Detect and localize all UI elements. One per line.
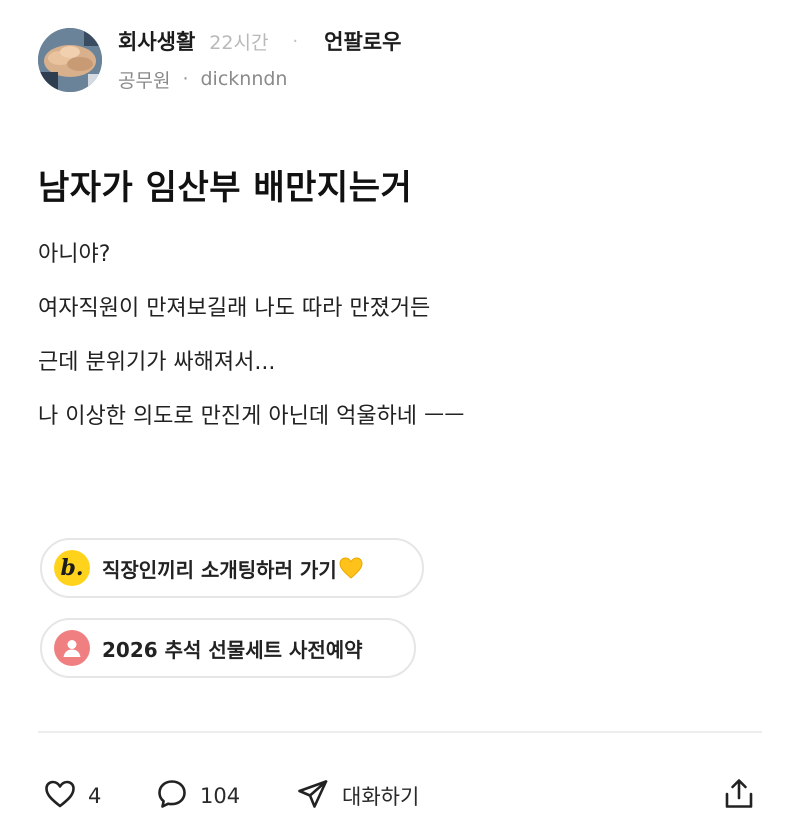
- post-body-line: 아니야?: [38, 242, 111, 267]
- community-name[interactable]: 회사생활: [118, 26, 195, 56]
- blind-b-icon: b.: [54, 550, 90, 586]
- post-time: 22시간: [209, 31, 269, 54]
- chip-label: 직장인끼리 소개팅하러 가기: [102, 557, 337, 582]
- chat-label: 대화하기: [342, 785, 420, 809]
- like-count: 4: [88, 784, 102, 808]
- person-icon: [54, 630, 90, 666]
- comment-button[interactable]: 104: [156, 772, 240, 820]
- community-avatar[interactable]: [38, 28, 102, 92]
- chat-button[interactable]: 대화하기: [296, 772, 419, 820]
- post-action-bar: 4 104 대화하기: [44, 772, 760, 820]
- yellow-heart-icon: [339, 557, 363, 579]
- post-meta-top: 회사생활 22시간 · 언팔로우: [118, 26, 401, 56]
- unfollow-button[interactable]: 언팔로우: [324, 26, 401, 56]
- separator-dot: ·: [182, 68, 189, 90]
- divider: [38, 731, 762, 733]
- chuseok-gift-link-chip[interactable]: 2026 추석 선물세트 사전예약: [40, 618, 416, 678]
- separator-dot: ·: [292, 30, 299, 52]
- like-button[interactable]: 4: [44, 772, 101, 820]
- post-body-line: 나 이상한 의도로 만진게 아닌데 억울하네 ㅡㅡ: [38, 404, 465, 429]
- share-button[interactable]: [722, 772, 756, 820]
- post-body-line: 근데 분위기가 싸해져서...: [38, 350, 276, 375]
- post-body: 아니야? 여자직원이 만져보길래 나도 따라 만졌거든 근데 분위기가 싸해져서…: [38, 228, 758, 444]
- blind-date-link-chip[interactable]: b. 직장인끼리 소개팅하러 가기: [40, 538, 424, 598]
- comment-count: 104: [200, 784, 241, 808]
- chip-label: 2026 추석 선물세트 사전예약: [102, 637, 363, 662]
- heart-icon: [44, 779, 76, 813]
- comment-icon: [156, 778, 188, 814]
- share-icon: [722, 777, 756, 815]
- send-icon: [296, 778, 330, 814]
- author-info: 공무원 · dicknndn: [118, 64, 287, 94]
- post-header: 회사생활 22시간 · 언팔로우 공무원 · dicknndn: [38, 26, 768, 96]
- post-body-line: 여자직원이 만져보길래 나도 따라 만졌거든: [38, 296, 431, 321]
- post-title: 남자가 임산부 배만지는거: [38, 168, 413, 208]
- author-job: 공무원: [118, 69, 171, 92]
- author-name[interactable]: dicknndn: [201, 68, 288, 90]
